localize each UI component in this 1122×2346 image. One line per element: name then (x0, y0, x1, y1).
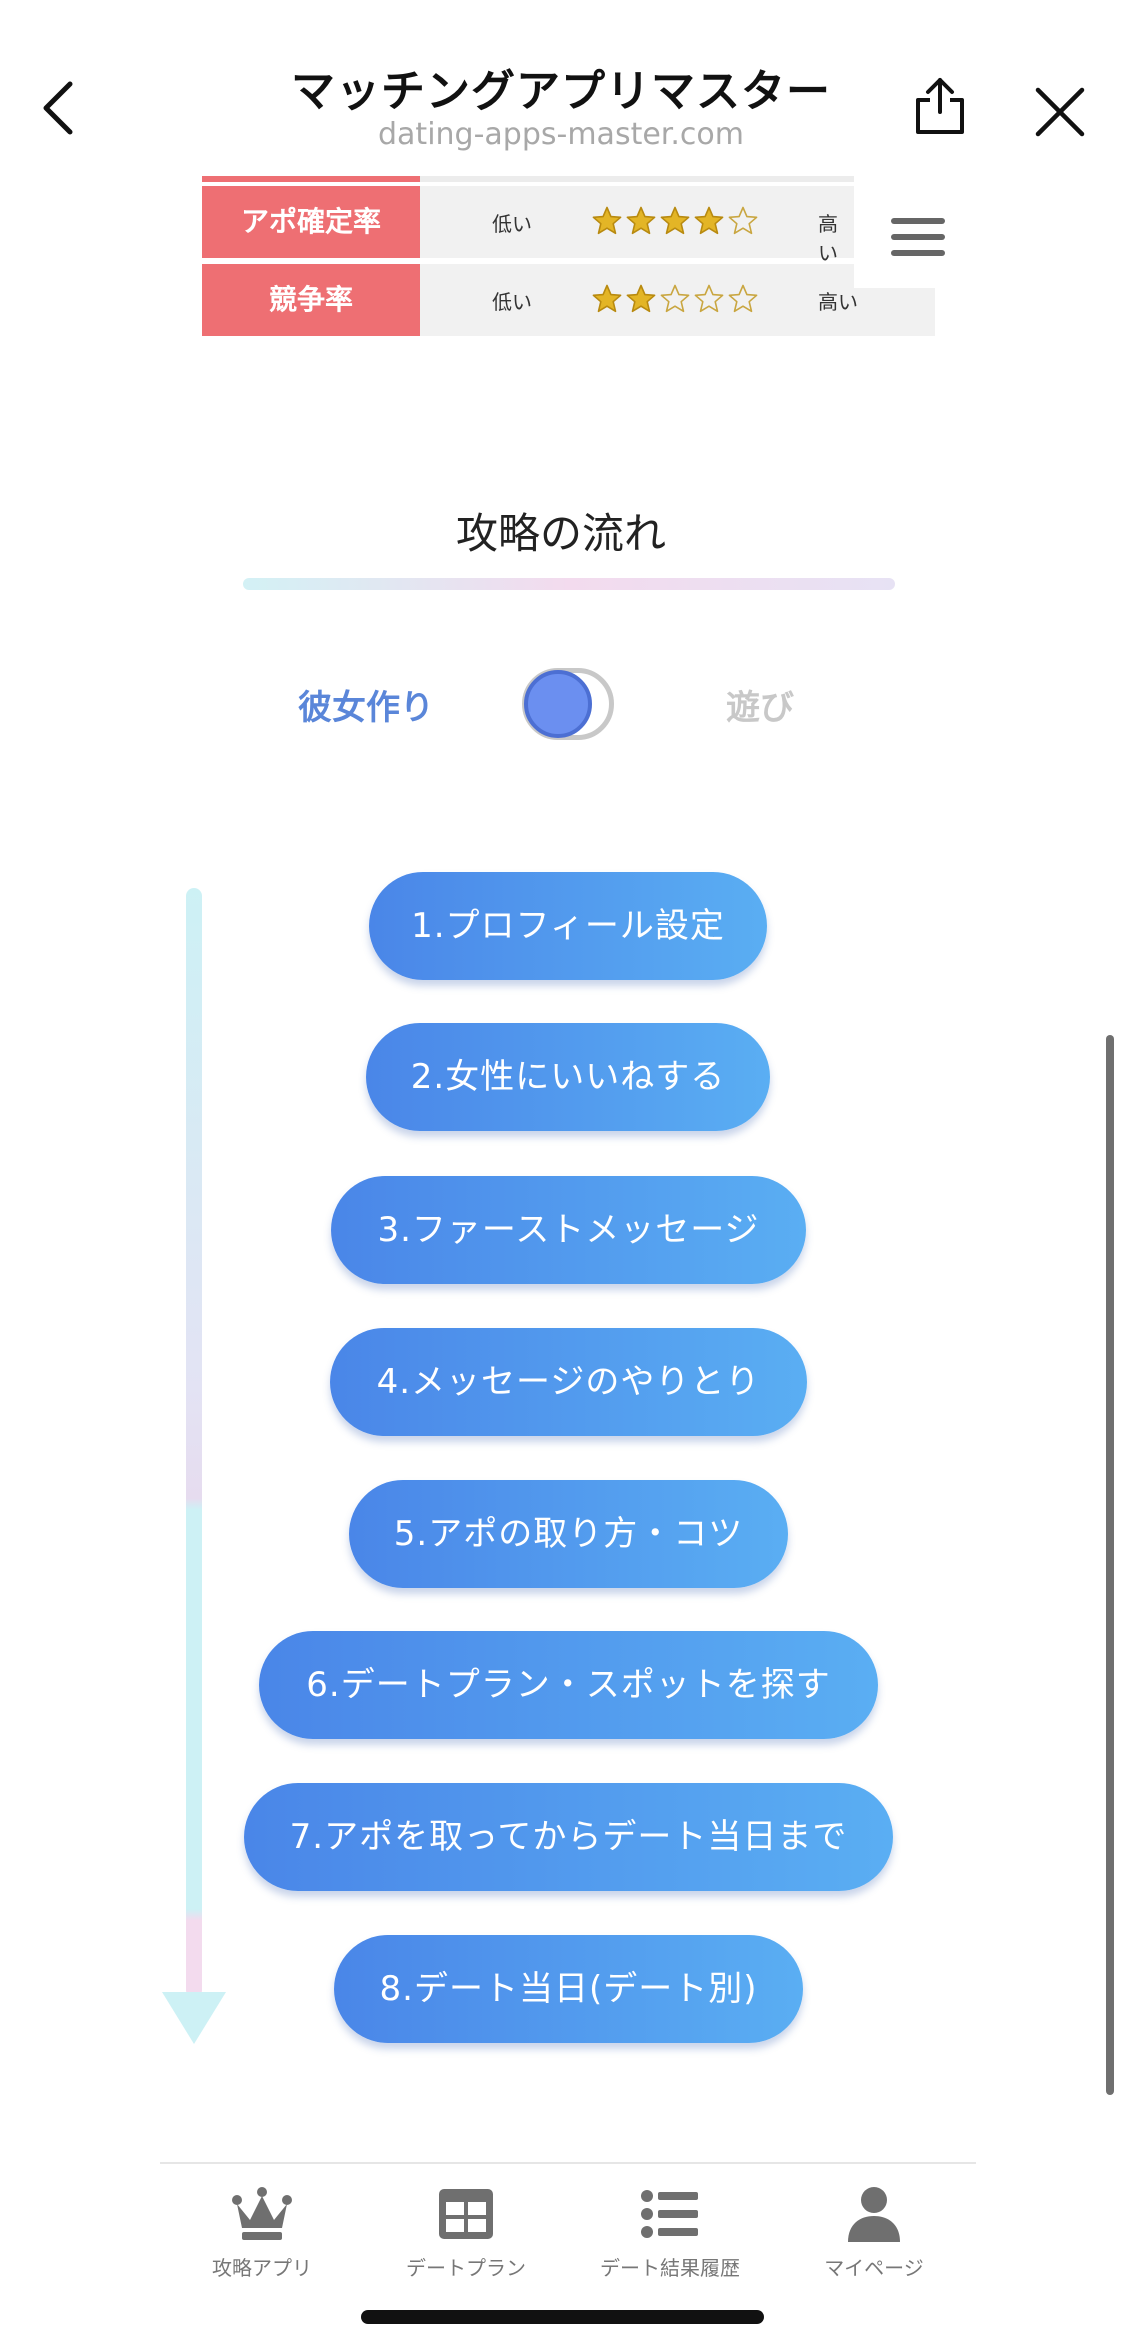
rating-cells: 低い 高い (420, 186, 854, 265)
grid-icon (439, 2189, 493, 2239)
toggle-option-casual[interactable]: 遊び (726, 680, 794, 729)
step-button-date-plan[interactable]: 6.デートプラン・スポットを探す (259, 1631, 878, 1739)
nav-label: マイページ (824, 2256, 924, 2280)
star-rating (592, 206, 762, 238)
step-button-before-date[interactable]: 7.アポを取ってからデート当日まで (244, 1783, 893, 1891)
nav-item-history[interactable]: デート結果履歴 (560, 2176, 780, 2296)
flow-arrow-down-icon (162, 1992, 226, 2044)
star-filled-icon (660, 206, 690, 235)
star-empty-icon (660, 284, 690, 313)
rating-high-label: 高い (818, 290, 858, 314)
step-button-profile[interactable]: 1.プロフィール設定 (369, 872, 767, 980)
nav-label: デートプラン (406, 2256, 526, 2280)
star-filled-icon (626, 206, 656, 235)
rating-label: 競争率 (202, 264, 442, 336)
hamburger-menu-icon[interactable] (854, 170, 957, 288)
step-button-appointment[interactable]: 5.アポの取り方・コツ (349, 1480, 788, 1588)
star-filled-icon (592, 206, 622, 235)
rating-label: アポ確定率 (202, 186, 442, 258)
rating-high-label: 高い (818, 212, 838, 265)
star-filled-icon (694, 206, 724, 235)
share-icon[interactable] (912, 76, 968, 136)
rating-row-appointment: アポ確定率 低い 高い (202, 186, 935, 265)
list-icon (641, 2190, 698, 2238)
title-underline (243, 578, 895, 590)
rating-low-label: 低い (492, 290, 532, 314)
step-button-like[interactable]: 2.女性にいいねする (366, 1023, 770, 1131)
step-button-messaging[interactable]: 4.メッセージのやりとり (330, 1328, 807, 1436)
star-filled-icon (626, 284, 656, 313)
flow-line (186, 888, 202, 1998)
nav-item-date-plan[interactable]: デートプラン (356, 2176, 576, 2296)
browser-header: マッチングアプリマスター dating-apps-master.com (0, 0, 1122, 170)
table-divider (202, 176, 854, 182)
rating-row-competition: 競争率 低い 高い (202, 264, 935, 336)
star-rating (592, 284, 762, 316)
rating-low-label: 低い (492, 212, 532, 236)
star-empty-icon (728, 284, 758, 313)
mode-toggle-switch[interactable] (520, 666, 616, 742)
step-button-first-message[interactable]: 3.ファーストメッセージ (331, 1176, 806, 1284)
step-button-date-day[interactable]: 8.デート当日(デート別) (334, 1935, 803, 2043)
toggle-knob (524, 670, 592, 738)
nav-item-strategy[interactable]: 攻略アプリ (152, 2176, 372, 2296)
rating-table: アポ確定率 低い 高い 競争率 低い 高い (202, 170, 957, 340)
star-empty-icon (694, 284, 724, 313)
close-icon[interactable] (1032, 84, 1088, 140)
nav-item-mypage[interactable]: マイページ (764, 2176, 984, 2296)
crown-icon (232, 2187, 292, 2240)
toggle-option-girlfriend[interactable]: 彼女作り (298, 680, 434, 729)
scrollbar[interactable] (1106, 1035, 1114, 2095)
home-indicator (361, 2310, 764, 2324)
star-empty-icon (728, 206, 758, 235)
user-icon (848, 2187, 900, 2242)
star-filled-icon (592, 284, 622, 313)
section-title: 攻略の流れ (455, 509, 666, 558)
nav-label: デート結果履歴 (600, 2256, 740, 2280)
nav-label: 攻略アプリ (212, 2256, 312, 2280)
nav-divider (160, 2162, 976, 2164)
